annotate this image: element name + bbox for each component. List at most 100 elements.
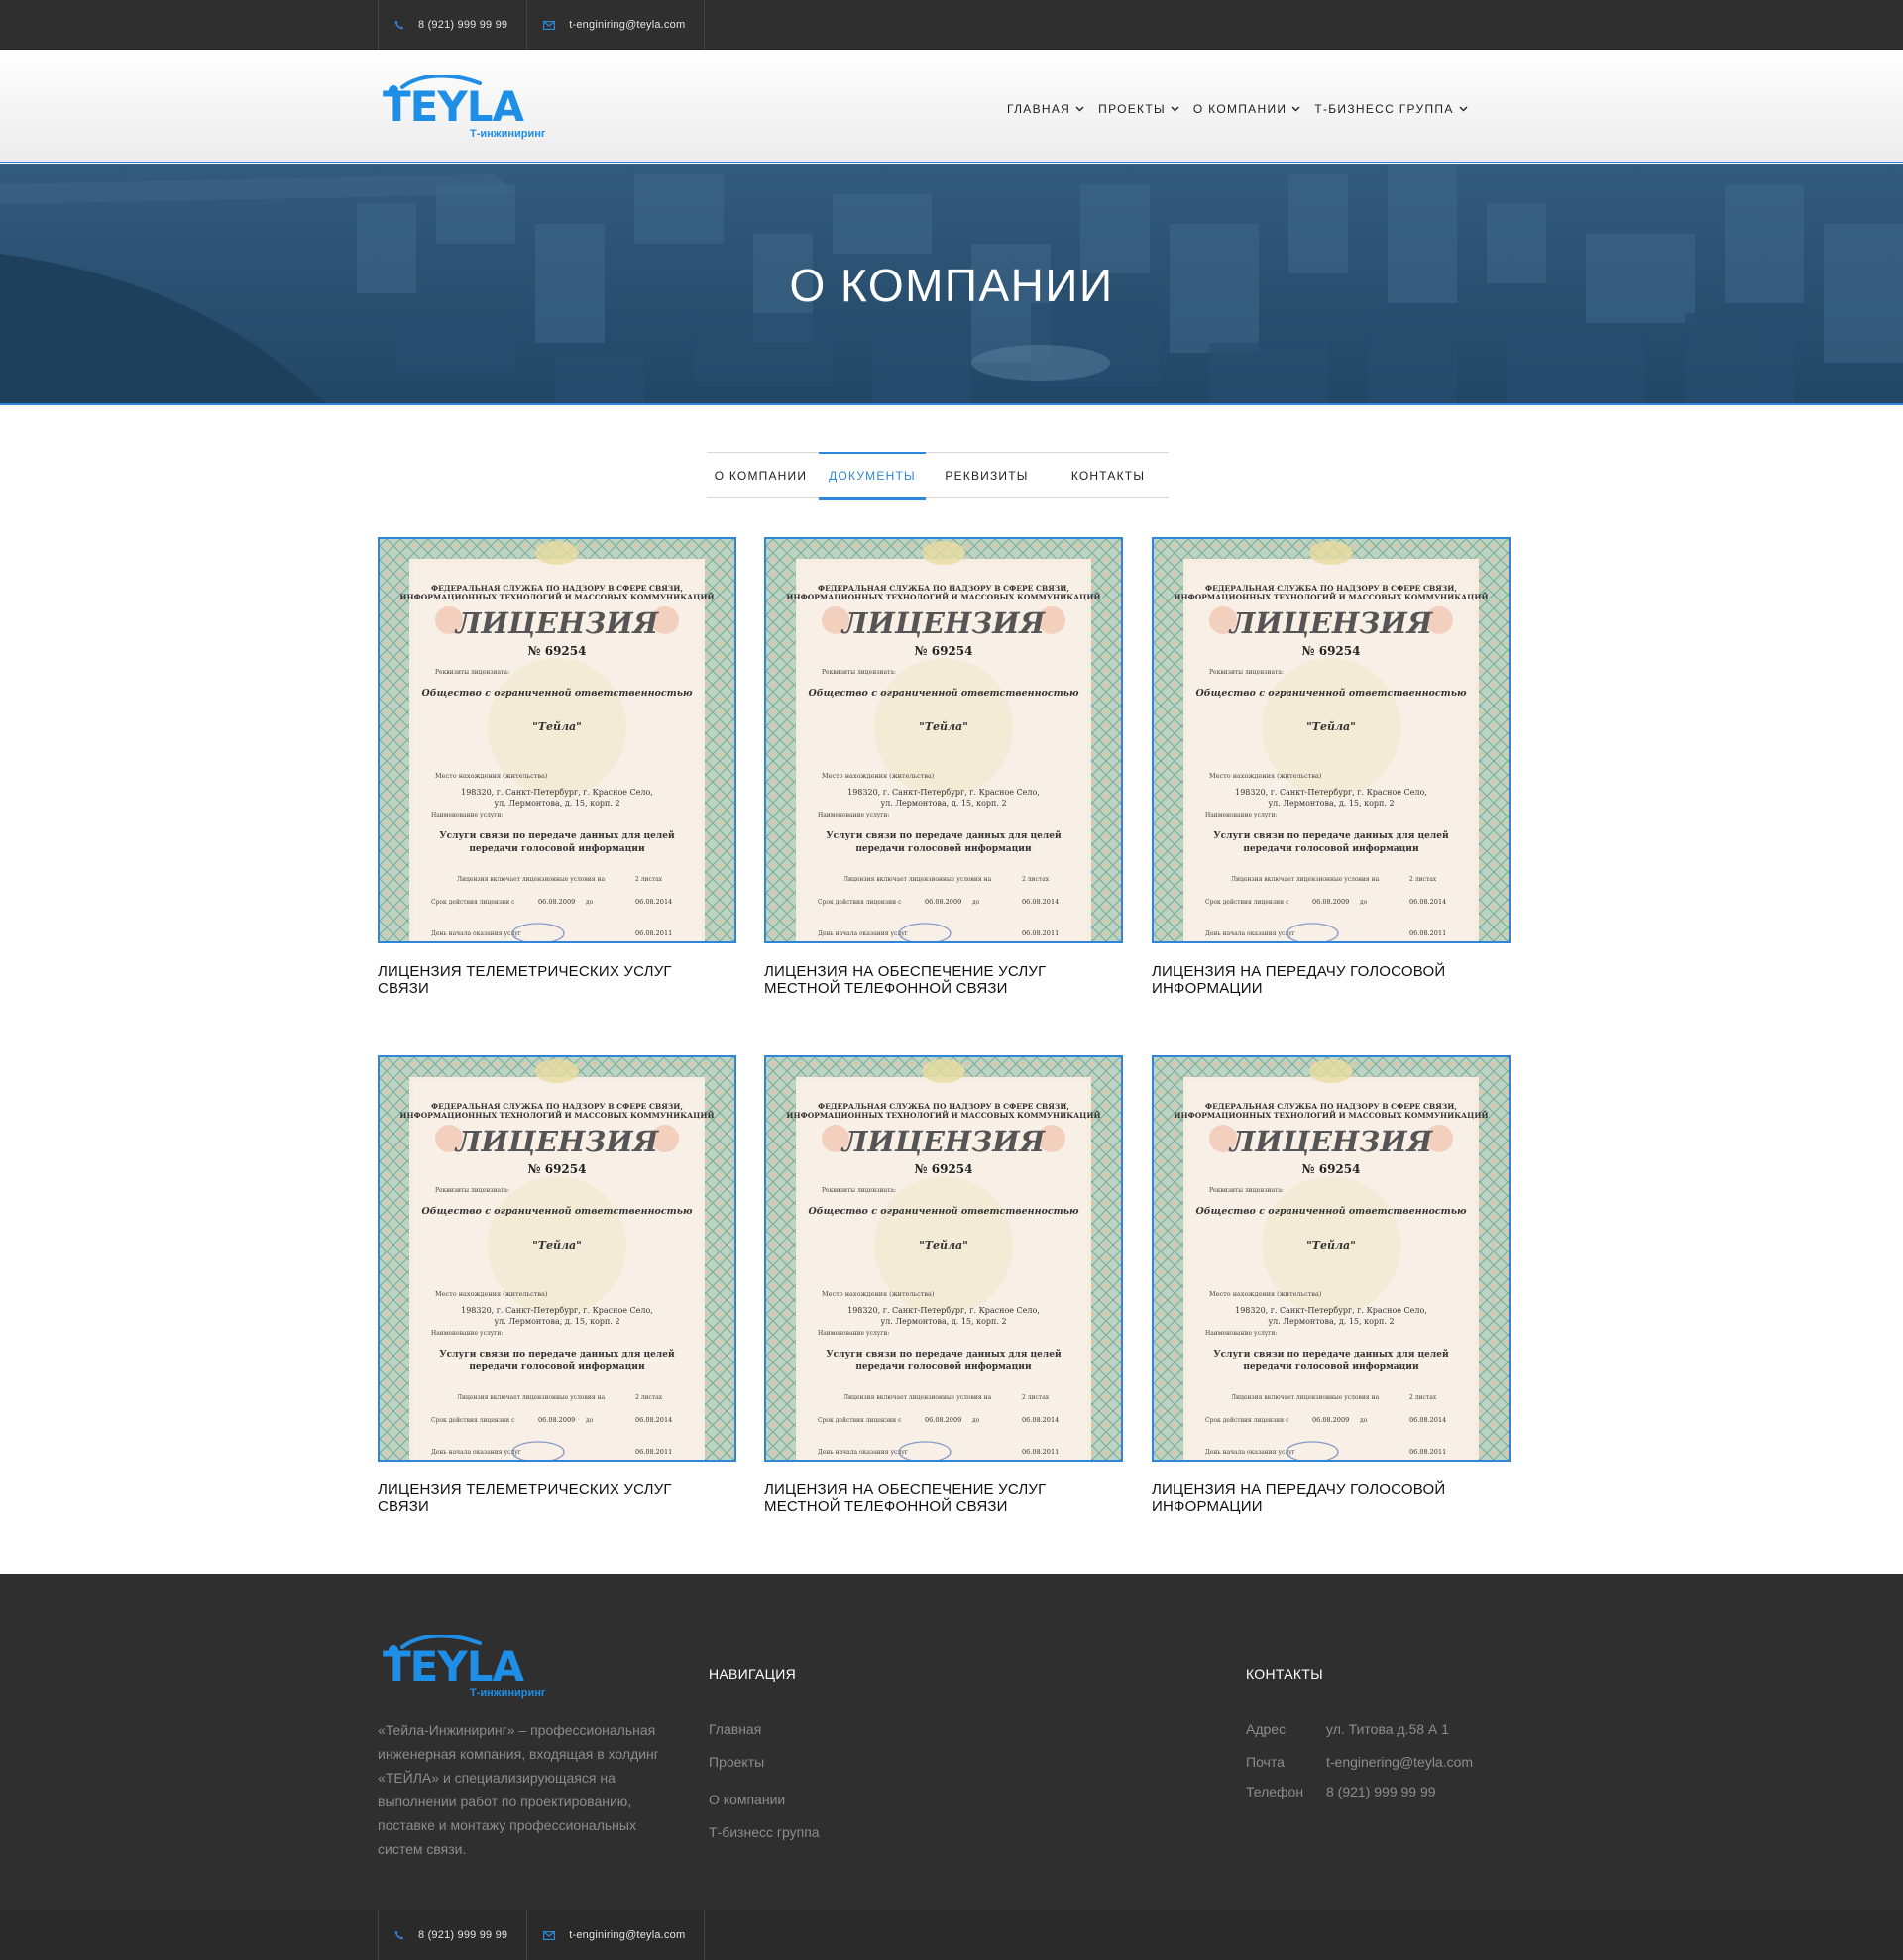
license-thumbnail[interactable]: ФЕДЕРАЛЬНАЯ СЛУЖБА ПО НАДЗОРУ В СФЕРЕ СВ…	[1152, 1055, 1511, 1462]
tab-documents[interactable]: ДОКУМЕНТЫ	[819, 452, 926, 500]
footer-link-about[interactable]: О компании	[709, 1792, 785, 1807]
license-heading: ЛИЦЕНЗИЯ	[454, 606, 660, 640]
tab-about[interactable]: О КОМПАНИИ	[707, 453, 815, 498]
envelope-icon	[543, 20, 556, 30]
license-org-name: "Тейла"	[1306, 1239, 1356, 1252]
footer-logo-tagline: Т-инжиниринг	[470, 1688, 546, 1699]
license-location-label: Место нахождения (жительства)	[435, 772, 548, 780]
license-service-1: Услуги связи по передаче данных для целе…	[439, 830, 675, 841]
license-date-to: 06.08.2014	[1409, 1416, 1446, 1424]
license-start-label: День начала оказания услуг	[431, 930, 521, 937]
license-crest	[535, 1059, 579, 1083]
document-title[interactable]: ЛИЦЕНЗИЯ НА ОБЕСПЕЧЕНИЕ УСЛУГ МЕСТНОЙ ТЕ…	[764, 963, 1091, 997]
license-agency: ФЕДЕРАЛЬНАЯ СЛУЖБА ПО НАДЗОРУ В СФЕРЕ СВ…	[431, 1102, 683, 1111]
license-date-from: 06.08.2009	[1312, 1416, 1349, 1424]
license-requisites-label: Реквизиты лицензиата:	[822, 1187, 896, 1194]
license-heading: ЛИЦЕНЗИЯ	[840, 1125, 1047, 1158]
license-number: № 69254	[528, 644, 587, 658]
chevron-down-icon	[1291, 106, 1300, 112]
teyla-logo[interactable]: TEYLA Т-инжиниринг	[381, 75, 555, 141]
document-title[interactable]: ЛИЦЕНЗИЯ ТЕЛЕМЕТРИЧЕСКИХ УСЛУГ СВЯЗИ	[378, 1481, 705, 1515]
license-org-type: Общество с ограниченной ответственностью	[1196, 1206, 1467, 1217]
license-org-name: "Тейла"	[919, 720, 968, 733]
logo-tagline: Т-инжиниринг	[470, 128, 546, 140]
phone-icon	[394, 20, 404, 30]
license-requisites-label: Реквизиты лицензиата:	[435, 1187, 509, 1194]
license-agency: ФЕДЕРАЛЬНАЯ СЛУЖБА ПО НАДЗОРУ В СФЕРЕ СВ…	[1205, 584, 1457, 593]
license-document-image: ФЕДЕРАЛЬНАЯ СЛУЖБА ПО НАДЗОРУ В СФЕРЕ СВ…	[766, 539, 1121, 941]
bottom-email[interactable]: t-enginiring@teyla.com	[527, 1910, 706, 1960]
bottom-contact-bar: 8 (921) 999 99 99 t-enginiring@teyla.com	[0, 1910, 1903, 1960]
license-start-date: 06.08.2011	[1022, 1448, 1059, 1456]
document-card: ФЕДЕРАЛЬНАЯ СЛУЖБА ПО НАДЗОРУ В СФЕРЕ СВ…	[378, 537, 736, 997]
license-service-2: передачи голосовой информации	[469, 1361, 645, 1372]
license-agency-2: ИНФОРМАЦИОННЫХ ТЕХНОЛОГИЙ И МАССОВЫХ КОМ…	[786, 592, 1100, 601]
tab-contacts[interactable]: КОНТАКТЫ	[1048, 453, 1169, 498]
license-location-label: Место нахождения (жительства)	[1209, 1290, 1322, 1298]
top-email[interactable]: t-enginiring@teyla.com	[527, 0, 706, 50]
license-crest	[535, 541, 579, 565]
license-date-from: 06.08.2009	[1312, 898, 1349, 906]
license-thumbnail[interactable]: ФЕДЕРАЛЬНАЯ СЛУЖБА ПО НАДЗОРУ В СФЕРЕ СВ…	[378, 1055, 736, 1462]
license-sheets: 2 листах	[635, 1394, 663, 1401]
bottom-phone[interactable]: 8 (921) 999 99 99	[379, 1910, 528, 1960]
license-services-label: Наименование услуги:	[1205, 812, 1277, 818]
footer-logo-brand: TEYLA	[383, 1642, 525, 1690]
top-email-text: t-enginiring@teyla.com	[569, 19, 686, 31]
license-start-label: День начала оказания услуг	[431, 1449, 521, 1456]
license-thumbnail[interactable]: ФЕДЕРАЛЬНАЯ СЛУЖБА ПО НАДЗОРУ В СФЕРЕ СВ…	[764, 537, 1123, 943]
document-card: ФЕДЕРАЛЬНАЯ СЛУЖБА ПО НАДЗОРУ В СФЕРЕ СВ…	[1152, 537, 1511, 997]
footer-phone-value[interactable]: 8 (921) 999 99 99	[1326, 1784, 1436, 1799]
license-thumbnail[interactable]: ФЕДЕРАЛЬНАЯ СЛУЖБА ПО НАДЗОРУ В СФЕРЕ СВ…	[764, 1055, 1123, 1462]
license-conditions: Лицензия включает лицензионные условия н…	[1231, 876, 1380, 883]
nav-item-label: ГЛАВНАЯ	[1007, 102, 1071, 116]
license-address-2: ул. Лермонтова, д. 15, корп. 2	[1268, 1317, 1394, 1326]
license-sheets: 2 листах	[1022, 1394, 1050, 1401]
nav-item-projects[interactable]: ПРОЕКТЫ	[1098, 99, 1179, 119]
tab-requisites[interactable]: РЕКВИЗИТЫ	[926, 453, 1048, 498]
footer-logo[interactable]: TEYLA Т-инжиниринг	[381, 1633, 555, 1700]
nav-item-about[interactable]: О КОМПАНИИ	[1193, 99, 1300, 119]
license-document-image: ФЕДЕРАЛЬНАЯ СЛУЖБА ПО НАДЗОРУ В СФЕРЕ СВ…	[380, 1057, 734, 1460]
license-date-from: 06.08.2009	[925, 898, 961, 906]
footer-link-home[interactable]: Главная	[709, 1721, 761, 1737]
license-start-date: 06.08.2011	[635, 1448, 672, 1456]
document-title[interactable]: ЛИЦЕНЗИЯ ТЕЛЕМЕТРИЧЕСКИХ УСЛУГ СВЯЗИ	[378, 963, 705, 997]
license-heading: ЛИЦЕНЗИЯ	[454, 1125, 660, 1158]
license-conditions: Лицензия включает лицензионные условия н…	[457, 1394, 606, 1401]
license-number: № 69254	[915, 1162, 973, 1176]
top-phone[interactable]: 8 (921) 999 99 99	[379, 0, 528, 50]
license-thumbnail[interactable]: ФЕДЕРАЛЬНАЯ СЛУЖБА ПО НАДЗОРУ В СФЕРЕ СВ…	[1152, 537, 1511, 943]
license-agency-2: ИНФОРМАЦИОННЫХ ТЕХНОЛОГИЙ И МАССОВЫХ КОМ…	[1174, 1110, 1488, 1120]
license-heading: ЛИЦЕНЗИЯ	[1228, 1125, 1434, 1158]
license-services-label: Наименование услуги:	[431, 812, 503, 818]
license-service-1: Услуги связи по передаче данных для целе…	[1213, 1349, 1449, 1360]
document-title[interactable]: ЛИЦЕНЗИЯ НА ОБЕСПЕЧЕНИЕ УСЛУГ МЕСТНОЙ ТЕ…	[764, 1481, 1091, 1515]
license-requisites-label: Реквизиты лицензиата:	[435, 669, 509, 676]
license-heading: ЛИЦЕНЗИЯ	[840, 606, 1047, 640]
document-title[interactable]: ЛИЦЕНЗИЯ НА ПЕРЕДАЧУ ГОЛОСОВОЙ ИНФОРМАЦИ…	[1152, 1481, 1479, 1515]
document-title[interactable]: ЛИЦЕНЗИЯ НА ПЕРЕДАЧУ ГОЛОСОВОЙ ИНФОРМАЦИ…	[1152, 963, 1479, 997]
bottom-email-text: t-enginiring@teyla.com	[569, 1929, 686, 1941]
top-contact-bar: 8 (921) 999 99 99 t-enginiring@teyla.com	[0, 0, 1903, 50]
nav-item-business-group[interactable]: Т-БИЗНЕСС ГРУППА	[1314, 99, 1468, 119]
license-date-from: 06.08.2009	[538, 1416, 575, 1424]
chevron-down-icon	[1459, 106, 1468, 112]
footer-email-value[interactable]: t-enginering@teyla.com	[1326, 1754, 1473, 1770]
footer-link-projects[interactable]: Проекты	[709, 1754, 764, 1770]
license-number: № 69254	[528, 1162, 587, 1176]
license-document-image: ФЕДЕРАЛЬНАЯ СЛУЖБА ПО НАДЗОРУ В СФЕРЕ СВ…	[380, 539, 734, 941]
nav-item-home[interactable]: ГЛАВНАЯ	[1007, 99, 1084, 119]
license-location-label: Место нахождения (жительства)	[822, 1290, 935, 1298]
license-to-word: до	[972, 1417, 980, 1424]
license-validity-label: Срок действия лицензии с	[1205, 1417, 1289, 1424]
license-address-1: 198320, г. Санкт-Петербург, г. Красное С…	[847, 1306, 1040, 1315]
footer-link-business-group[interactable]: Т-бизнесс группа	[709, 1824, 820, 1840]
license-requisites-label: Реквизиты лицензиата:	[1209, 1187, 1284, 1194]
license-org-type: Общество с ограниченной ответственностью	[809, 1206, 1079, 1217]
license-sheets: 2 листах	[1409, 876, 1437, 883]
license-thumbnail[interactable]: ФЕДЕРАЛЬНАЯ СЛУЖБА ПО НАДЗОРУ В СФЕРЕ СВ…	[378, 537, 736, 943]
license-crest	[1309, 541, 1353, 565]
site-header: TEYLA Т-инжиниринг ГЛАВНАЯ ПРОЕКТЫ О КОМ…	[0, 50, 1903, 163]
license-conditions: Лицензия включает лицензионные условия н…	[843, 876, 992, 883]
